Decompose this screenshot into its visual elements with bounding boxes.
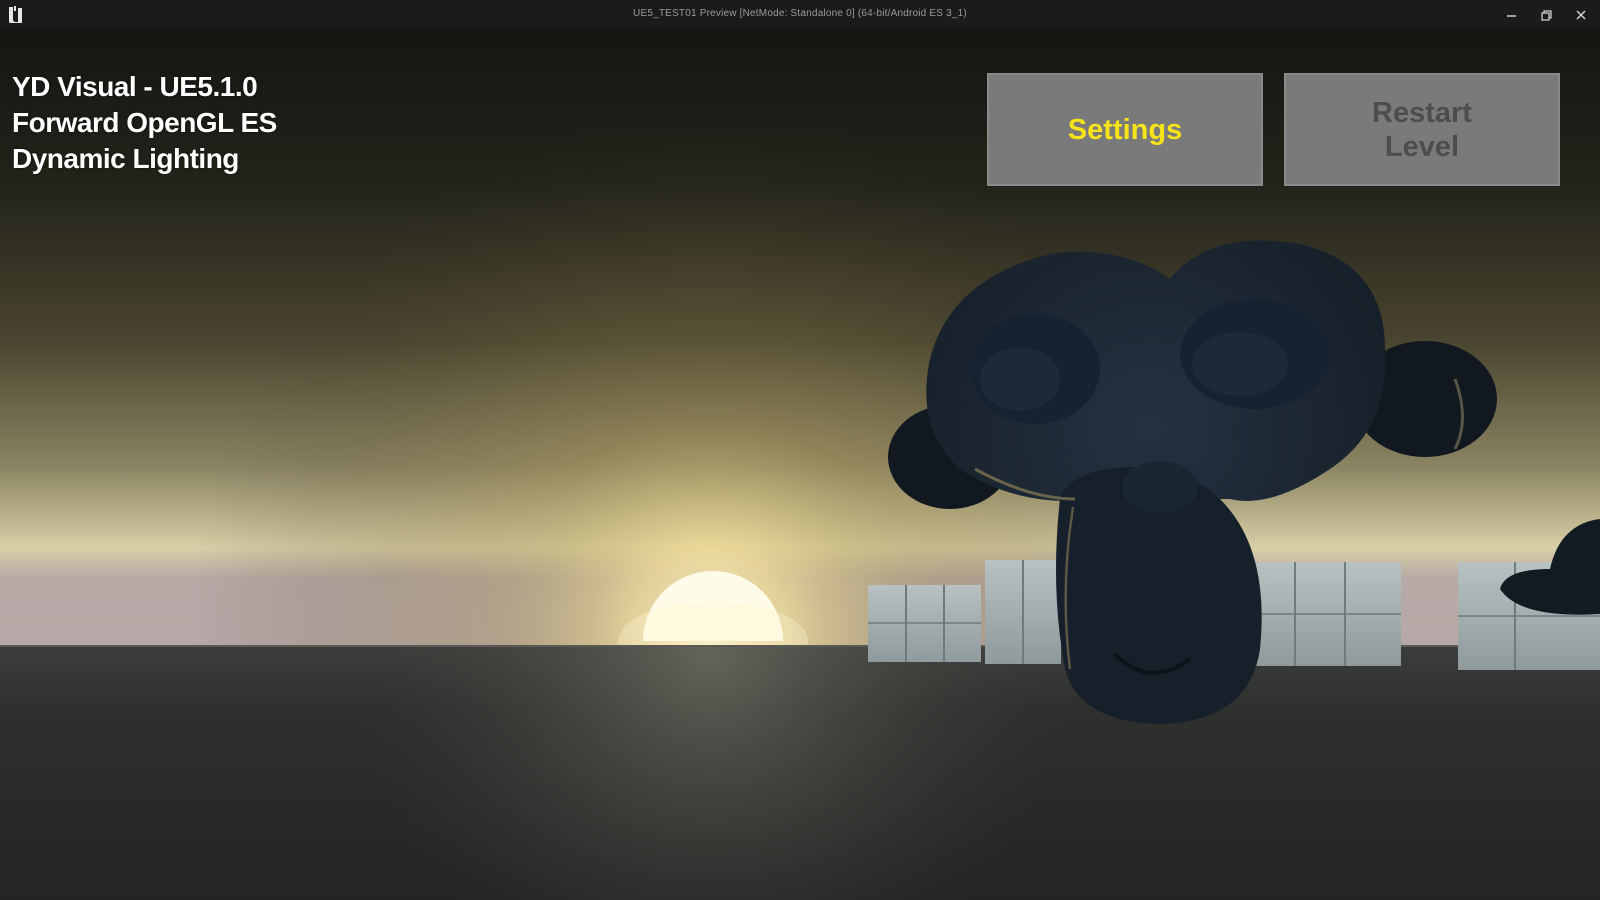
close-icon (1576, 10, 1586, 20)
lighting-mode-label: Dynamic Lighting (12, 143, 239, 174)
window-title: UE5_TEST01 Preview [NetMode: Standalone … (633, 8, 967, 19)
settings-button-label: Settings (1067, 113, 1183, 146)
engine-version-label: YD Visual - UE5.1.0 (12, 71, 258, 102)
restore-button[interactable] (1535, 4, 1557, 26)
game-viewport[interactable]: YD Visual - UE5.1.0 Forward OpenGL ES Dy… (0, 29, 1600, 900)
settings-button[interactable]: Settings (987, 73, 1263, 186)
game-window: UE5_TEST01 Preview [NetMode: Standalone … (0, 0, 1600, 900)
renderer-label: Forward OpenGL ES (12, 107, 277, 138)
restart-level-button[interactable]: Restart Level (1284, 73, 1560, 186)
title-bar[interactable]: UE5_TEST01 Preview [NetMode: Standalone … (0, 0, 1600, 29)
close-button[interactable] (1570, 4, 1592, 26)
minimize-button[interactable] (1501, 4, 1523, 26)
restore-icon (1541, 10, 1552, 21)
minimize-icon (1507, 15, 1516, 17)
restart-level-button-label: Restart Level (1372, 96, 1472, 163)
render-info-panel: YD Visual - UE5.1.0 Forward OpenGL ES Dy… (12, 69, 277, 177)
